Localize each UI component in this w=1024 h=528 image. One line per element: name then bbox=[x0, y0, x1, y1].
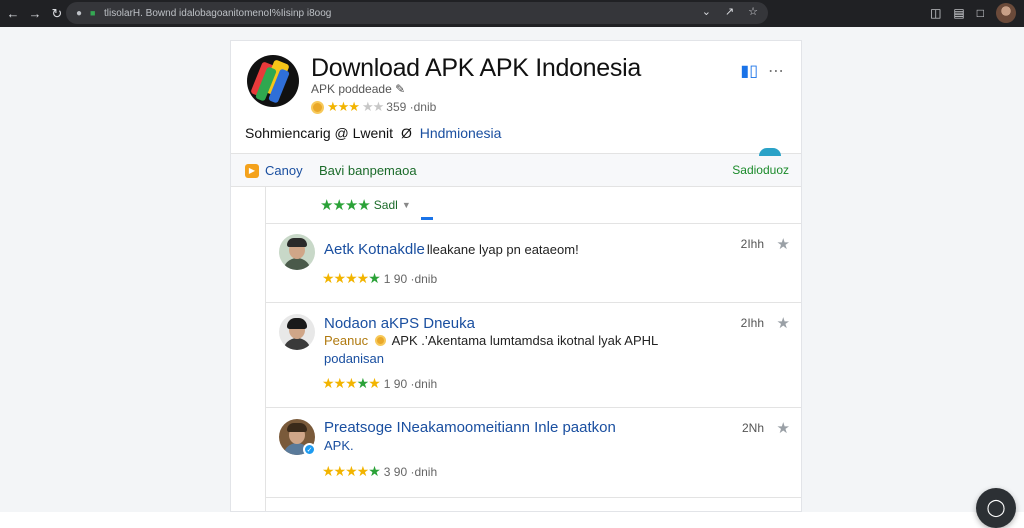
play-icon: ▶ bbox=[245, 163, 259, 178]
edit-icon[interactable]: ✎ bbox=[395, 82, 405, 96]
review-text: Peanuc APK .’Akentama lumtamdsa ikotnal … bbox=[324, 333, 659, 348]
app-card: Download APK APK Indonesia APK poddeade … bbox=[230, 40, 802, 512]
review-item: Aetk Kotnakdle lleakane lyap pn eataeom! … bbox=[266, 217, 801, 302]
profile-avatar[interactable] bbox=[996, 3, 1016, 23]
page-background: Download APK APK Indonesia APK poddeade … bbox=[0, 27, 1024, 528]
url-text[interactable]: tlisolarH. Bownd idalobagoanitomenoI%Iis… bbox=[104, 8, 331, 19]
review-rating: ★★★★★ 3 90 ·dnih bbox=[322, 463, 438, 479]
chevron-down-icon[interactable]: ⌄ bbox=[702, 5, 711, 18]
verified-badge-icon: ✓ bbox=[303, 443, 316, 456]
extension-icon[interactable]: ◫ bbox=[930, 6, 941, 20]
reviewer-name[interactable]: Aetk Kotnakdle lleakane lyap pn eataeom! bbox=[324, 241, 579, 258]
address-bar[interactable]: ● ■ tlisolarH. Bownd idalobagoanitomenoI… bbox=[66, 2, 768, 24]
green-stars-icon: ★★★★ bbox=[320, 197, 371, 214]
browser-toolbar: ← → ↻ ● ■ tlisolarH. Bownd idalobagoanit… bbox=[0, 0, 1024, 27]
reviewer-name[interactable]: Preatsoge INeakamoomeitiann Inle paatkon bbox=[324, 419, 616, 436]
review-item: ✓ Preatsoge INeakamoomeitiann Inle paatk… bbox=[266, 407, 801, 497]
app-title: Download APK APK Indonesia bbox=[311, 54, 641, 82]
review-text: APK. bbox=[324, 438, 354, 453]
reviewer-name[interactable]: Nodaon aKPS Dneuka bbox=[324, 315, 475, 332]
app-rating: ★★★ ★★ 359 ·dnib bbox=[311, 99, 436, 115]
review-rating: ★★★★★ 1 90 ·dnih bbox=[322, 375, 438, 391]
star-icon[interactable]: ★ bbox=[777, 419, 790, 437]
star-icon[interactable]: ☆ bbox=[748, 5, 758, 18]
review-item bbox=[266, 497, 801, 511]
review-time: 2Nh bbox=[741, 421, 764, 435]
about-line: Sohmiencarig @ Lwenit Ø Hndmionesia bbox=[245, 125, 502, 141]
support-icon: ◯ bbox=[986, 498, 1006, 517]
highlight-mark bbox=[421, 217, 433, 220]
filter-title: Bavi banpemaoa bbox=[319, 163, 417, 178]
scroll-indicator bbox=[759, 148, 781, 156]
reload-icon[interactable]: ↻ bbox=[46, 3, 68, 25]
coin-icon bbox=[311, 100, 324, 114]
star-icon[interactable]: ★ bbox=[777, 314, 790, 332]
lock-icon: ■ bbox=[90, 8, 96, 18]
review-item: Nodaon aKPS Dneuka 2Ihh ★ Peanuc APK .’A… bbox=[266, 302, 801, 407]
share-icon[interactable]: ↗ bbox=[725, 5, 734, 18]
app-subtitle: APK poddeade ✎ bbox=[311, 82, 406, 96]
more-options-icon[interactable]: ⋯ bbox=[768, 61, 785, 81]
review-text-continued: podanisan bbox=[324, 351, 384, 366]
avatar[interactable]: ✓ bbox=[279, 419, 316, 456]
review-time: 2Ihh bbox=[740, 316, 764, 330]
review-rating: ★★★★★ 1 90 ·dnib bbox=[322, 270, 438, 286]
arrow-left-icon[interactable]: ← bbox=[2, 3, 24, 25]
filter-tab[interactable]: ▶ Canoy bbox=[245, 163, 303, 178]
arrow-right-icon[interactable]: → bbox=[24, 3, 46, 25]
avatar[interactable] bbox=[279, 314, 315, 350]
app-logo-icon bbox=[247, 55, 299, 107]
reviews-list: ★★★★ Sadl ▼ Aetk Kotnakdle lleakane lyap … bbox=[265, 187, 801, 511]
review-time: 2Ihh bbox=[740, 237, 764, 251]
rating-count: 359 ·dnib bbox=[386, 100, 437, 114]
review-filter-bar: ▶ Canoy Bavi banpemaoa Sadioduoz bbox=[231, 148, 801, 187]
stats-icon[interactable]: ▮▯ bbox=[740, 61, 758, 81]
site-info-icon[interactable]: ● bbox=[76, 8, 88, 19]
assistant-button[interactable]: ◯ bbox=[976, 488, 1016, 528]
coin-icon bbox=[374, 335, 386, 346]
star-icon[interactable]: ★ bbox=[777, 235, 790, 253]
sidepanel-icon[interactable]: ▤ bbox=[953, 6, 964, 20]
window-icon[interactable]: □ bbox=[977, 6, 984, 20]
star-rating-icon: ★★★ bbox=[327, 99, 360, 114]
chevron-down-icon: ▼ bbox=[401, 200, 411, 210]
rating-filter-dropdown[interactable]: ★★★★ Sadl ▼ bbox=[320, 187, 411, 223]
avatar[interactable] bbox=[279, 234, 315, 270]
pin-icon: Ø bbox=[400, 125, 412, 141]
sort-button[interactable]: Sadioduoz bbox=[732, 163, 789, 177]
location-link[interactable]: Hndmionesia bbox=[420, 125, 502, 141]
